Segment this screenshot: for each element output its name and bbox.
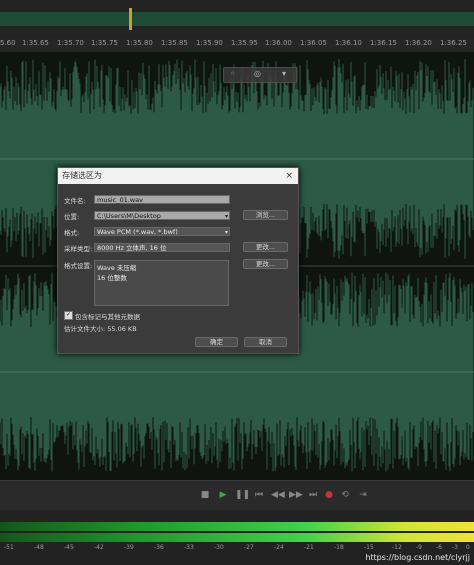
meter-bar-right: [0, 533, 474, 542]
ruler-tick: 1:35.85: [161, 39, 188, 47]
format-settings-label: 格式设置:: [64, 262, 93, 270]
ruler-tick: 1:36.15: [370, 39, 397, 47]
play-icon[interactable]: ▶: [217, 489, 229, 501]
sample-type-value: 8000 Hz 立体声, 16 位: [94, 243, 230, 252]
save-selection-dialog: 存储选区为 × 文件名: music_01.wav 位置: C:\Users\M…: [57, 167, 299, 354]
meter-label: -9: [416, 544, 422, 551]
format-settings-box: Wave 未压缩 16 位整数: [94, 260, 229, 306]
format-settings-line: Wave 未压缩: [97, 264, 137, 272]
meter-label: -18: [334, 544, 344, 551]
meter-label: -30: [214, 544, 224, 551]
format-settings-line: 16 位整数: [97, 274, 127, 282]
ruler-tick: 1:35.90: [196, 39, 223, 47]
meter-label: -12: [392, 544, 402, 551]
meter-label: -24: [274, 544, 284, 551]
level-meter: -51 -48 -45 -42 -39 -36 -33 -30 -27 -24 …: [0, 510, 474, 565]
ruler-tick: 1:36.05: [300, 39, 327, 47]
meter-label: -21: [304, 544, 314, 551]
location-value: C:\Users\M\Desktop: [97, 212, 161, 220]
dialog-titlebar[interactable]: 存储选区为 ×: [58, 168, 298, 184]
location-label: 位置:: [64, 213, 80, 221]
meter-label: -51: [4, 544, 14, 551]
sample-type-label: 采样类型:: [64, 245, 93, 253]
meter-label: 0: [466, 544, 470, 551]
overview-strip[interactable]: [0, 0, 474, 38]
overview-waveform: [0, 8, 474, 30]
volume-knob-icon[interactable]: ◎: [254, 69, 261, 78]
close-icon[interactable]: ×: [285, 168, 293, 184]
meter-label: -6: [436, 544, 442, 551]
skip-back-icon[interactable]: ⏮: [253, 489, 265, 501]
meter-label: -42: [94, 544, 104, 551]
time-ruler[interactable]: 5.60 1:35.65 1:35.70 1:35.75 1:35.80 1:3…: [0, 38, 474, 53]
ruler-tick: 1:35.75: [91, 39, 118, 47]
transport-bar: ■ ▶ ❚❚ ⏮ ◀◀ ▶▶ ⏭ ● ⟲ ⇥: [0, 480, 474, 511]
dialog-title: 存储选区为: [62, 171, 102, 180]
filename-field[interactable]: music_01.wav: [94, 195, 230, 204]
meter-label: -33: [184, 544, 194, 551]
rewind-icon[interactable]: ◀◀: [271, 489, 285, 501]
pause-icon[interactable]: ❚❚: [235, 489, 250, 501]
ruler-tick: 1:35.95: [231, 39, 258, 47]
chevron-down-icon: ▾: [224, 213, 228, 220]
hud-icon[interactable]: ◦: [230, 69, 235, 78]
ruler-tick: 1:35.80: [126, 39, 153, 47]
playhead-marker: [129, 8, 132, 30]
meter-label: -3: [452, 544, 458, 551]
include-markers-label: 包含标记与其他元数据: [75, 313, 140, 321]
format-label: 格式:: [64, 229, 80, 237]
ruler-tick: 1:35.65: [22, 39, 49, 47]
change-sample-type-button[interactable]: 更改...: [243, 242, 288, 252]
meter-label: -39: [124, 544, 134, 551]
skip-selection-icon[interactable]: ⇥: [357, 489, 369, 501]
ruler-tick: 1:36.00: [265, 39, 292, 47]
ruler-tick: 1:36.25: [440, 39, 467, 47]
browse-button[interactable]: 浏览...: [243, 210, 288, 220]
meter-label: -27: [244, 544, 254, 551]
location-select[interactable]: C:\Users\M\Desktop ▾: [94, 211, 230, 220]
ruler-tick: 1:35.70: [57, 39, 84, 47]
meter-label: -36: [154, 544, 164, 551]
format-value: Wave PCM (*.wav, *.bwf): [97, 228, 178, 236]
skip-forward-icon[interactable]: ⏭: [307, 489, 319, 501]
cancel-button[interactable]: 取消: [244, 337, 287, 347]
ruler-tick: 1:36.10: [335, 39, 362, 47]
ok-button[interactable]: 确定: [195, 337, 238, 347]
chevron-down-icon[interactable]: ▾: [282, 69, 286, 78]
hud-zoom-control[interactable]: ◦ ◎ ▾: [223, 67, 297, 83]
record-icon[interactable]: ●: [323, 489, 335, 501]
estimated-size: 估计文件大小: 55.06 KB: [64, 325, 137, 333]
meter-label: -45: [64, 544, 74, 551]
meter-bar-left: [0, 522, 474, 531]
meter-label: -15: [364, 544, 374, 551]
format-select[interactable]: Wave PCM (*.wav, *.bwf) ▾: [94, 227, 230, 236]
change-format-settings-button[interactable]: 更改...: [243, 259, 288, 269]
watermark: https://blog.csdn.net/clyrjj: [365, 553, 470, 562]
meter-label: -48: [34, 544, 44, 551]
ruler-tick: 1:36.20: [405, 39, 432, 47]
fast-forward-icon[interactable]: ▶▶: [289, 489, 303, 501]
chevron-down-icon: ▾: [224, 229, 228, 236]
loop-icon[interactable]: ⟲: [339, 489, 351, 501]
filename-label: 文件名:: [64, 197, 86, 205]
include-markers-checkbox[interactable]: ✓: [64, 311, 73, 320]
stop-icon[interactable]: ■: [199, 489, 211, 501]
ruler-tick: 5.60: [0, 39, 16, 47]
